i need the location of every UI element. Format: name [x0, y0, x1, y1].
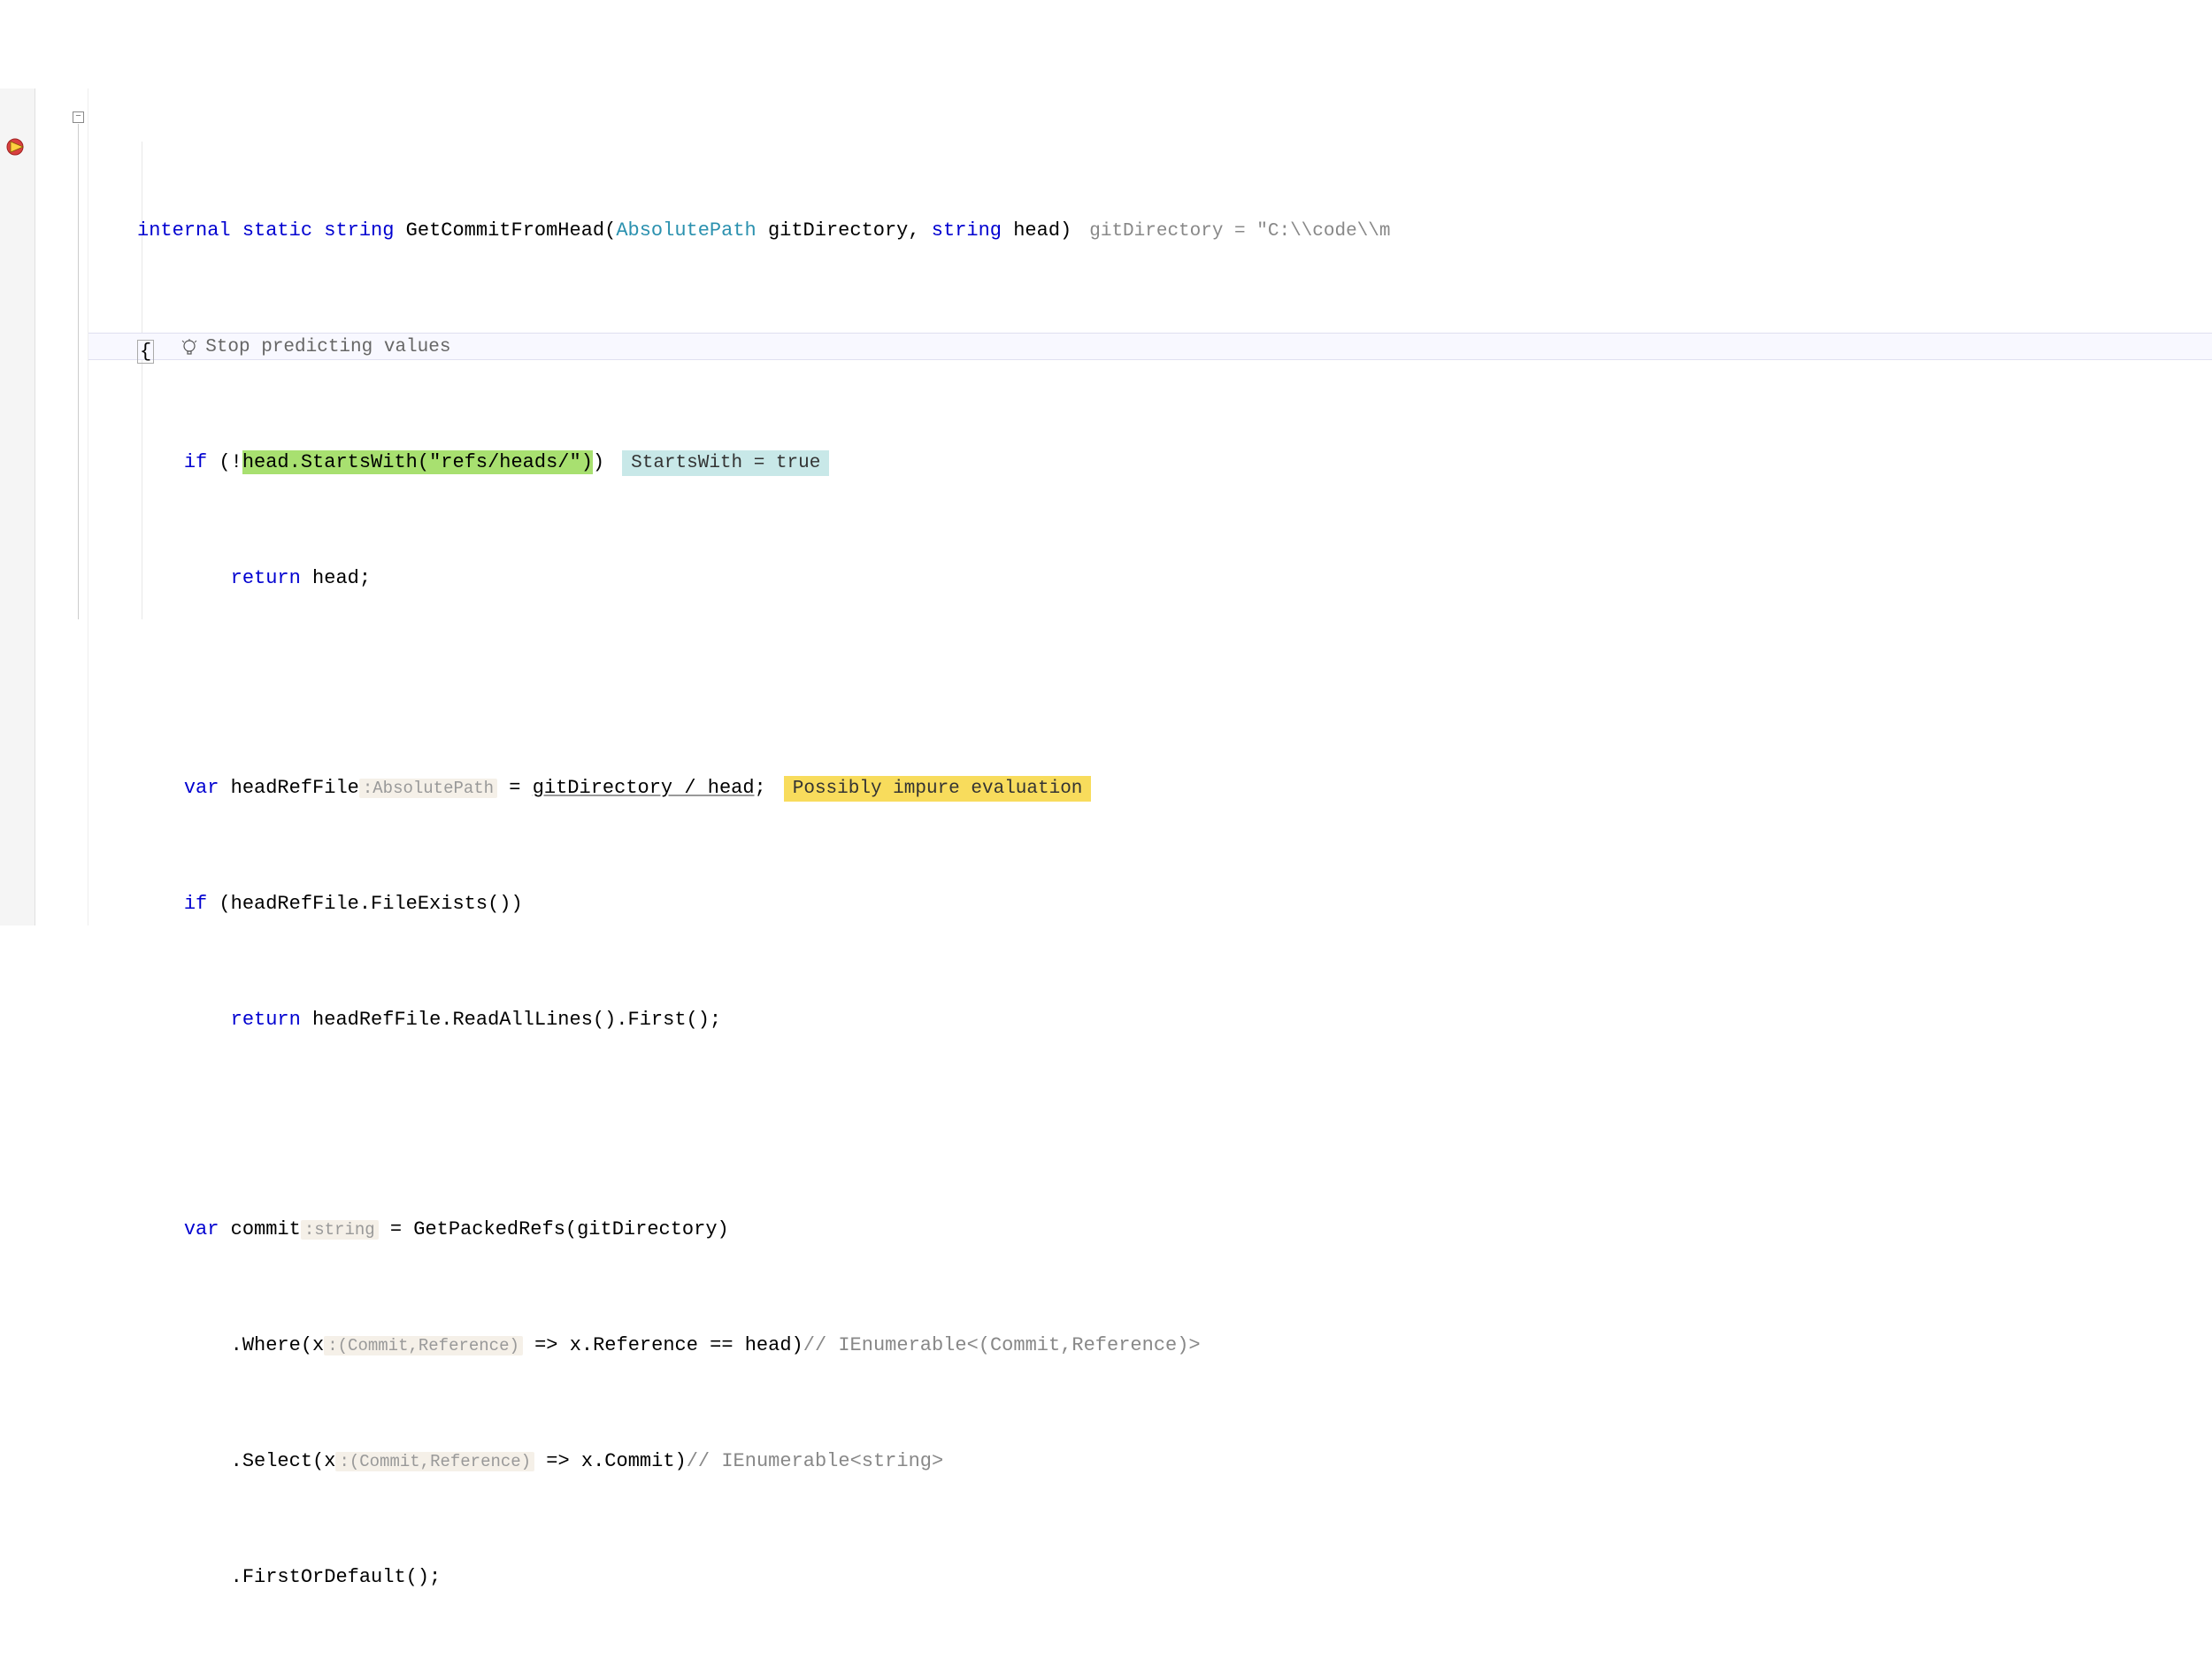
- param2-type: string: [932, 219, 1002, 242]
- semi: ;: [755, 777, 766, 799]
- param1-name: gitDirectory: [768, 219, 908, 242]
- code-line[interactable]: return headRefFile.ReadAllLines().First(…: [88, 1006, 2212, 1033]
- breakpoint-gutter[interactable]: [0, 88, 35, 925]
- comment: // IEnumerable<string>: [687, 1450, 943, 1472]
- assign: =: [497, 777, 533, 799]
- keyword-return: return: [231, 1009, 301, 1031]
- blank-line: [88, 1100, 2212, 1127]
- fold-gutter[interactable]: −: [35, 88, 88, 925]
- param2-name: head: [1013, 219, 1060, 242]
- blank-line: [88, 1657, 2212, 1674]
- code-line[interactable]: var commit:string = GetPackedRefs(gitDir…: [88, 1216, 2212, 1243]
- method-name: GetCommitFromHead: [406, 219, 604, 242]
- keyword-string: string: [324, 219, 394, 242]
- comment: // IEnumerable<(Commit,Reference)>: [803, 1334, 1201, 1356]
- var-name: commit: [219, 1218, 300, 1240]
- type-hint: :(Commit,Reference): [324, 1336, 523, 1355]
- impure-expr: gitDirectory / head: [533, 777, 755, 799]
- assign-call: = GetPackedRefs(gitDirectory): [379, 1218, 729, 1240]
- keyword-var: var: [184, 1218, 219, 1240]
- if-expr: (headRefFile.FileExists()): [207, 893, 522, 915]
- type-hint: :string: [301, 1220, 379, 1240]
- code-line[interactable]: var headRefFile:AbsolutePath = gitDirect…: [88, 774, 2212, 802]
- type-hint: :AbsolutePath: [359, 779, 497, 798]
- code-line[interactable]: if (headRefFile.FileExists()): [88, 890, 2212, 918]
- debug-value-inline: gitDirectory = "C:\\code\\m: [1089, 221, 1390, 242]
- param1-type: AbsolutePath: [616, 219, 756, 242]
- keyword-if: if: [184, 893, 207, 915]
- return-expr: headRefFile.ReadAllLines().First();: [301, 1009, 721, 1031]
- if-paren: (!: [207, 451, 242, 473]
- code-line[interactable]: if (!head.StartsWith("refs/heads/")) Star…: [88, 449, 2212, 476]
- execution-pointer-icon[interactable]: [5, 137, 30, 157]
- select-call: .Select(x: [231, 1450, 336, 1472]
- type-hint: :(Commit,Reference): [335, 1452, 534, 1471]
- keyword-if: if: [184, 451, 207, 473]
- code-line[interactable]: .FirstOrDefault();: [88, 1563, 2212, 1591]
- debug-highlight: head.StartsWith("refs/heads/"): [242, 450, 593, 474]
- fold-toggle[interactable]: −: [73, 111, 84, 123]
- stop-predicting-hint[interactable]: Stop predicting values: [205, 334, 450, 361]
- debug-annotation-startswith: StartsWith = true: [622, 450, 829, 476]
- where-call: .Where(x: [231, 1334, 325, 1356]
- keyword-internal: internal: [137, 219, 231, 242]
- first-or-default: .FirstOrDefault();: [231, 1566, 442, 1588]
- fold-guide: [78, 124, 79, 619]
- keyword-var: var: [184, 777, 219, 799]
- code-content[interactable]: internal static string GetCommitFromHead…: [88, 88, 2212, 925]
- current-line[interactable]: {Stop predicting values: [88, 333, 2212, 360]
- method-signature-line[interactable]: internal static string GetCommitFromHead…: [88, 217, 2212, 244]
- keyword-static: static: [242, 219, 312, 242]
- open-brace: {: [137, 340, 154, 364]
- code-line[interactable]: return head;: [88, 564, 2212, 592]
- return-expr: head;: [301, 567, 371, 589]
- if-close: ): [593, 451, 604, 473]
- blank-line: [88, 658, 2212, 686]
- lambda: => x.Commit): [534, 1450, 687, 1472]
- code-line[interactable]: .Where(x:(Commit,Reference) => x.Referen…: [88, 1332, 2212, 1359]
- var-name: headRefFile: [219, 777, 358, 799]
- lambda: => x.Reference == head): [523, 1334, 803, 1356]
- keyword-return: return: [231, 567, 301, 589]
- lightbulb-icon[interactable]: [180, 339, 198, 357]
- code-editor[interactable]: − internal static string GetCommitFromHe…: [0, 88, 2212, 925]
- warning-annotation: Possibly impure evaluation: [784, 776, 1092, 802]
- code-line[interactable]: .Select(x:(Commit,Reference) => x.Commit…: [88, 1447, 2212, 1475]
